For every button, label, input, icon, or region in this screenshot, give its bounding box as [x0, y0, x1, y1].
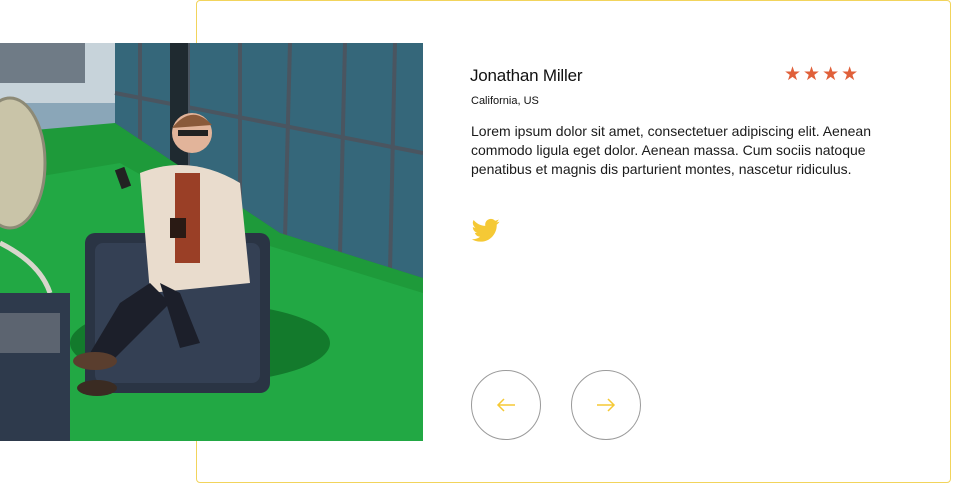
reviewer-location: California, US — [471, 95, 539, 107]
rating-stars: ★ ★ ★ ★ — [784, 64, 858, 86]
star-icon: ★ — [822, 64, 840, 85]
review-text: Lorem ipsum dolor sit amet, consectetuer… — [471, 123, 871, 177]
star-icon: ★ — [784, 64, 802, 85]
arrow-right-icon — [597, 398, 616, 412]
arrow-left-icon — [496, 398, 515, 412]
testimonial-photo — [0, 43, 423, 441]
star-icon: ★ — [841, 64, 859, 85]
reviewer-name: Jonathan Miller — [470, 66, 583, 85]
previous-button[interactable] — [471, 370, 541, 440]
twitter-icon[interactable] — [471, 216, 501, 244]
next-button[interactable] — [571, 370, 641, 440]
star-icon: ★ — [803, 64, 821, 85]
